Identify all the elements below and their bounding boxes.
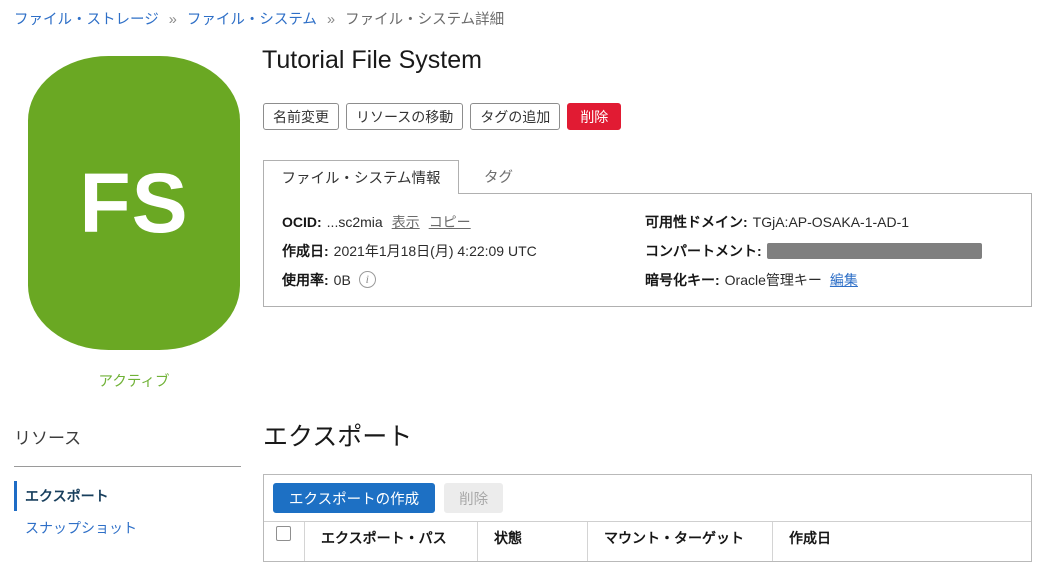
created-value: 2021年1月18日(月) 4:22:09 UTC — [333, 242, 537, 259]
select-all-checkbox[interactable] — [276, 526, 291, 541]
exports-table-panel: エクスポートの作成 削除 エクスポート・パス 状態 マウント・ターゲット 作成日 — [263, 474, 1032, 562]
breadcrumb-separator: » — [168, 12, 177, 28]
breadcrumb: ファイル・ストレージ » ファイル・システム » ファイル・システム詳細 — [14, 8, 504, 29]
compartment-label: コンパートメント: — [645, 242, 762, 259]
sidebar-item-snapshots[interactable]: スナップショット — [14, 516, 241, 540]
tab-bar: ファイル・システム情報 タグ — [263, 160, 1032, 194]
sidebar-item-snapshots-label: スナップショット — [25, 520, 137, 536]
rename-button[interactable]: 名前変更 — [263, 103, 339, 130]
exports-toolbar: エクスポートの作成 削除 — [264, 475, 1031, 521]
created-row: 作成日: 2021年1月18日(月) 4:22:09 UTC — [282, 236, 537, 265]
delete-export-button: 削除 — [444, 483, 504, 513]
file-system-info-panel: OCID: ...sc2mia 表示 コピー 作成日: 2021年1月18日(月… — [263, 193, 1032, 307]
compartment-redacted-value — [766, 242, 982, 259]
delete-button[interactable]: 削除 — [567, 103, 622, 130]
breadcrumb-link-file-systems[interactable]: ファイル・システム — [187, 12, 317, 28]
utilization-value: 0B — [333, 271, 351, 288]
ocid-label: OCID: — [282, 213, 322, 230]
availability-domain-value: TGjA:AP-OSAKA-1-AD-1 — [752, 213, 910, 230]
ocid-copy-link[interactable]: コピー — [429, 212, 471, 232]
ocid-show-link[interactable]: 表示 — [392, 212, 420, 232]
column-mount-target: マウント・ターゲット — [587, 522, 772, 561]
availability-domain-row: 可用性ドメイン: TGjA:AP-OSAKA-1-AD-1 — [645, 207, 982, 236]
exports-heading: エクスポート — [263, 423, 413, 451]
detail-tabs-panel: ファイル・システム情報 タグ OCID: ...sc2mia 表示 コピー 作成… — [263, 160, 1032, 307]
column-created: 作成日 — [772, 522, 1031, 561]
details-left-column: OCID: ...sc2mia 表示 コピー 作成日: 2021年1月18日(月… — [282, 207, 537, 294]
status-badge: アクティブ — [98, 374, 170, 390]
breadcrumb-link-file-storage[interactable]: ファイル・ストレージ — [14, 12, 159, 28]
sidebar-item-exports[interactable]: エクスポート — [14, 481, 241, 511]
availability-domain-label: 可用性ドメイン: — [645, 213, 748, 230]
exports-table-header: エクスポート・パス 状態 マウント・ターゲット 作成日 — [264, 521, 1031, 561]
breadcrumb-current: ファイル・システム詳細 — [345, 12, 505, 28]
utilization-label: 使用率: — [282, 271, 329, 288]
sidebar-item-exports-label: エクスポート — [25, 488, 109, 504]
column-state: 状態 — [477, 522, 587, 561]
created-label: 作成日: — [282, 242, 329, 259]
encryption-key-value: Oracle管理キー — [724, 271, 822, 288]
action-bar: 名前変更 リソースの移動 タグの追加 削除 — [263, 103, 622, 130]
sidebar-divider — [14, 466, 241, 467]
tab-file-system-info[interactable]: ファイル・システム情報 — [263, 160, 459, 194]
move-resource-button[interactable]: リソースの移動 — [346, 103, 464, 130]
resources-heading: リソース — [14, 429, 82, 448]
resources-sidebar: リソース エクスポート スナップショット — [14, 424, 241, 540]
page-title: Tutorial File System — [262, 46, 482, 74]
column-export-path: エクスポート・パス — [304, 522, 477, 561]
file-system-icon: FS — [28, 56, 240, 350]
create-export-button[interactable]: エクスポートの作成 — [273, 483, 436, 513]
ocid-row: OCID: ...sc2mia 表示 コピー — [282, 207, 537, 236]
encryption-key-row: 暗号化キー: Oracle管理キー 編集 — [645, 265, 982, 294]
breadcrumb-separator: » — [326, 12, 336, 28]
encryption-key-label: 暗号化キー: — [645, 271, 720, 288]
ocid-value: ...sc2mia — [326, 213, 383, 230]
add-tags-button[interactable]: タグの追加 — [470, 103, 561, 130]
tab-tags[interactable]: タグ — [459, 160, 538, 193]
select-all-cell — [264, 522, 304, 561]
exports-section: エクスポート エクスポートの作成 削除 エクスポート・パス 状態 マウント・ター… — [263, 417, 1032, 562]
compartment-row: コンパートメント: — [645, 236, 982, 265]
info-icon[interactable]: i — [358, 271, 376, 288]
file-system-icon-label: FS — [79, 155, 189, 250]
utilization-row: 使用率: 0B i — [282, 265, 537, 294]
details-right-column: 可用性ドメイン: TGjA:AP-OSAKA-1-AD-1 コンパートメント: … — [645, 207, 982, 294]
encryption-key-edit-link[interactable]: 編集 — [830, 270, 858, 290]
